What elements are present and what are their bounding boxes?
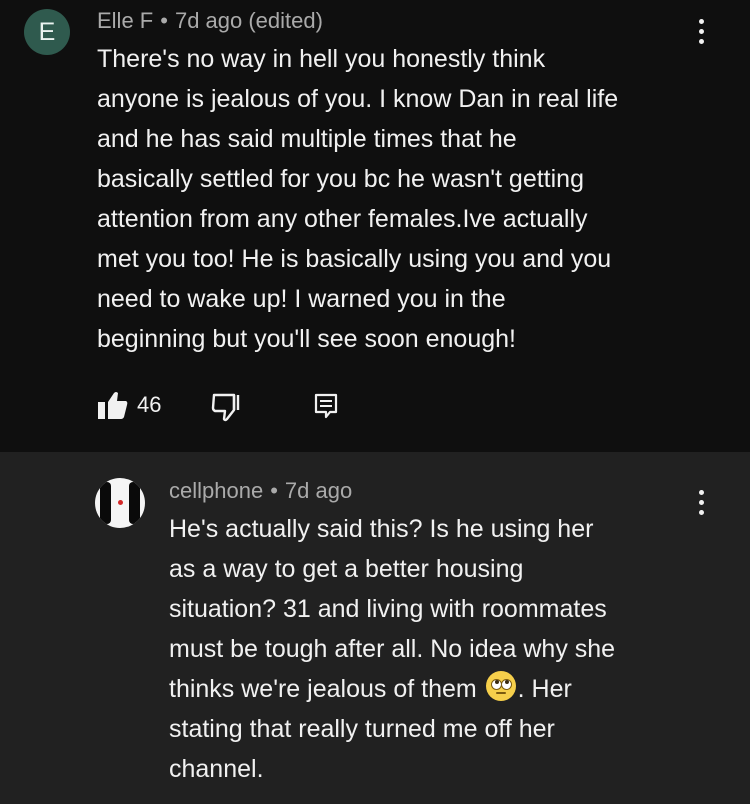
comment-line: anyone is jealous of you. I know Dan in … (97, 85, 619, 113)
like-icon[interactable] (97, 390, 129, 420)
reply-line: stating that really turned me off her (169, 715, 555, 743)
like-count: 46 (137, 392, 162, 417)
face-with-rolling-eyes-emoji (485, 671, 516, 701)
comment-text: There's no way in hell you honestly thin… (97, 39, 618, 359)
avatar[interactable]: E (24, 9, 70, 55)
author-name[interactable]: cellphone (169, 478, 263, 503)
comment-reply: cellphone • 7d ago He's actually said this… (0, 452, 750, 804)
reply-line: situation? 31 and living with roommates (169, 595, 607, 623)
more-options-icon[interactable] (692, 17, 712, 47)
comment-line: need to wake up! I warned you in the (97, 285, 506, 313)
timestamp[interactable]: 7d ago (285, 478, 352, 503)
more-options-icon[interactable] (692, 488, 712, 518)
reply-line-with-emoji: thinks we're jealous of them . Her (169, 669, 615, 709)
meta-separator: • (160, 8, 168, 33)
comment-line: basically settled for you bc he wasn't g… (97, 165, 584, 193)
reply-text-fragment: thinks we're jealous of them (169, 675, 477, 703)
comment-line: met you too! He is basically using you a… (97, 245, 612, 273)
dislike-icon[interactable] (210, 392, 242, 422)
comment-main: E Elle F • 7d ago (edited) There's no way … (0, 0, 750, 452)
reply-line: channel. (169, 755, 264, 783)
comment-line: beginning but you'll see soon enough! (97, 325, 516, 353)
comment-meta: Elle F • 7d ago (edited) (97, 8, 323, 34)
comment-line: There's no way in hell you honestly thin… (97, 45, 546, 73)
comment-line: attention from any other females.Ive act… (97, 205, 588, 233)
comment-line: and he has said multiple times that he (97, 125, 517, 153)
avatar-letter: E (38, 18, 56, 46)
reply-line: as a way to get a better housing (169, 555, 524, 583)
reply-line: must be tough after all. No idea why she (169, 635, 616, 663)
comment-meta: cellphone • 7d ago (169, 478, 352, 504)
avatar[interactable] (95, 478, 145, 528)
reply-line: He's actually said this? Is he using her (169, 515, 594, 543)
reply-icon[interactable] (314, 393, 338, 419)
author-name[interactable]: Elle F (97, 8, 153, 33)
timestamp[interactable]: 7d ago (edited) (175, 8, 323, 33)
meta-separator: • (270, 478, 278, 503)
reply-text-fragment: . Her (517, 675, 572, 703)
reply-text: He's actually said this? Is he using her… (169, 509, 615, 789)
